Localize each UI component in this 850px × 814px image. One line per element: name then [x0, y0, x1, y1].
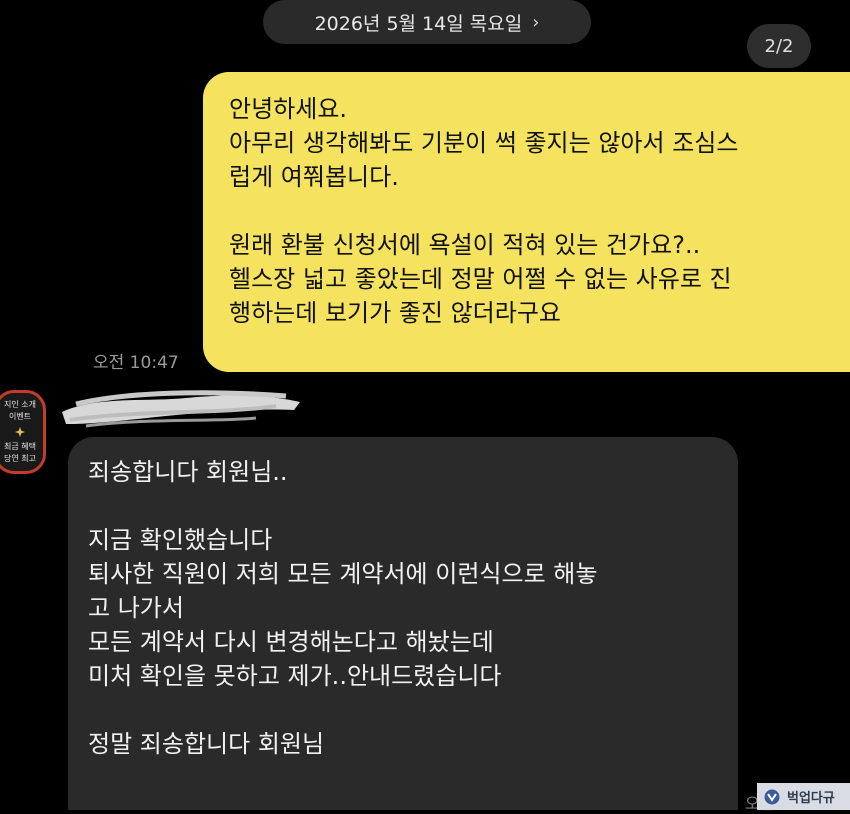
page-counter-badge[interactable]: 2/2 [747, 24, 811, 68]
watermark-badge: 벅업다규 [757, 783, 850, 810]
avatar-text-line: 이벤트 [8, 412, 32, 421]
event-sparkle-icon [15, 427, 25, 437]
message-timestamp: 오전 10:47 [93, 353, 179, 373]
outgoing-message-bubble[interactable]: 안녕하세요. 아무리 생각해봐도 기분이 썩 좋지는 않아서 조심스 럽게 여쭤… [203, 72, 850, 372]
watermark-logo-icon [764, 789, 780, 804]
watermark-text: 벅업다규 [787, 791, 835, 806]
redacted-sender-name [62, 390, 300, 428]
date-divider[interactable]: 2026년 5월 14일 목요일 › [263, 0, 591, 44]
avatar-text-line: 지인 소개 [4, 400, 36, 409]
avatar-text-line: 최금 혜택 [4, 442, 36, 451]
chevron-right-icon: › [532, 11, 540, 33]
date-label: 2026년 5월 14일 목요일 [314, 12, 523, 35]
avatar-text-line: 당연 최고 [4, 454, 36, 463]
outgoing-message-text: 안녕하세요. 아무리 생각해봐도 기분이 썩 좋지는 않아서 조심스 럽게 여쭤… [229, 95, 739, 327]
sender-avatar[interactable]: 지인 소개 이벤트 최금 혜택 당연 최고 [0, 390, 46, 474]
incoming-message-bubble[interactable]: 죄송합니다 회원님.. 지금 확인했습니다 퇴사한 직원이 저희 모든 계약서에… [68, 437, 738, 810]
incoming-message-text: 죄송합니다 회원님.. 지금 확인했습니다 퇴사한 직원이 저희 모든 계약서에… [88, 458, 598, 758]
